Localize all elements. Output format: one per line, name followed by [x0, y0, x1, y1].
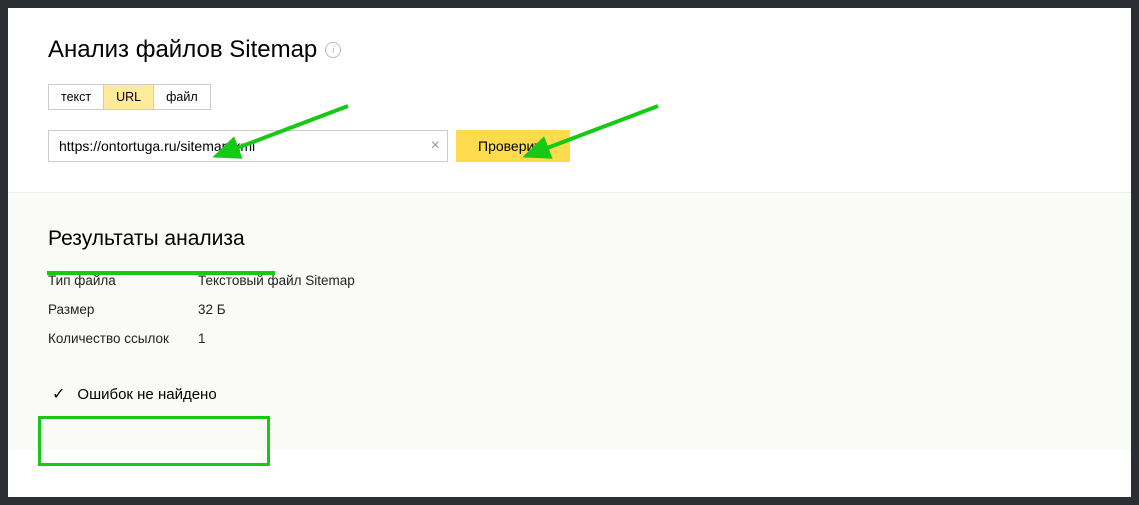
page-title: Анализ файлов Sitemap i — [48, 36, 1091, 64]
links-count-value: 1 — [198, 331, 1091, 346]
url-input[interactable] — [48, 130, 448, 162]
check-button[interactable]: Проверить — [456, 130, 570, 162]
results-section: Результаты анализа Тип файла Текстовый ф… — [8, 192, 1131, 450]
page-title-text: Анализ файлов Sitemap — [48, 36, 317, 64]
check-icon: ✓ — [52, 384, 65, 404]
tab-url[interactable]: URL — [104, 85, 154, 109]
file-type-value: Текстовый файл Sitemap — [198, 273, 1091, 288]
url-input-row: × Проверить — [48, 130, 1091, 162]
url-input-wrap: × — [48, 130, 448, 162]
size-value: 32 Б — [198, 302, 1091, 317]
page-container: Анализ файлов Sitemap i текст URL файл ×… — [8, 8, 1131, 497]
file-type-label: Тип файла — [48, 273, 198, 288]
results-table: Тип файла Текстовый файл Sitemap Размер … — [48, 273, 1091, 346]
status-row: ✓ Ошибок не найдено — [48, 378, 221, 410]
status-text: Ошибок не найдено — [77, 386, 216, 403]
tab-text[interactable]: текст — [49, 85, 104, 109]
links-count-label: Количество ссылок — [48, 331, 198, 346]
input-section: Анализ файлов Sitemap i текст URL файл ×… — [8, 8, 1131, 192]
results-title: Результаты анализа — [48, 227, 1091, 251]
input-mode-tabs: текст URL файл — [48, 84, 211, 110]
info-icon[interactable]: i — [325, 42, 341, 58]
clear-input-icon[interactable]: × — [431, 138, 440, 154]
tab-file[interactable]: файл — [154, 85, 210, 109]
size-label: Размер — [48, 302, 198, 317]
